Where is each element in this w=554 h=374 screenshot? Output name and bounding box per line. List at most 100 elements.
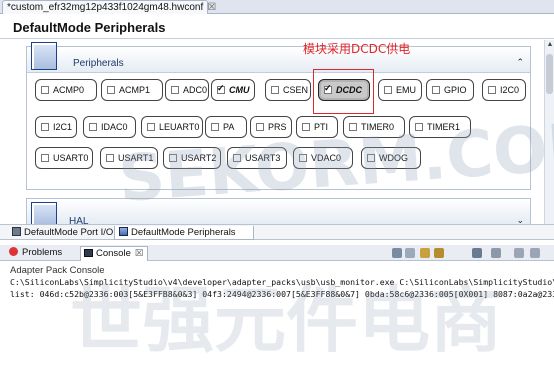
clear-console-icon[interactable] [405,248,415,258]
console-title: Adapter Pack Console [10,265,105,276]
peripheral-label: USART2 [181,153,217,163]
checkbox[interactable] [107,86,115,94]
checkbox[interactable] [169,154,177,162]
editor-tab-title: *custom_efr32mg12p433f1024gm48.hwconf [7,2,204,13]
peripheral-label: ACMP0 [53,85,85,95]
peripheral-label: I2C1 [53,122,73,132]
peripheral-label: CSEN [283,85,309,95]
pin-console-icon[interactable] [434,248,444,258]
checkbox[interactable] [432,86,440,94]
console-line: C:\SiliconLabs\SimplicityStudio\v4\devel… [10,277,554,287]
peripherals-section-header[interactable]: Peripherals 模块采用DCDC供电 ⌃ [27,42,530,73]
peripheral-button-csen[interactable]: CSEN [265,79,311,101]
display-console-icon[interactable] [472,248,482,258]
peripherals-section-label: Peripherals [73,58,124,69]
view-tab-bar: Problems Console ☒ [0,245,554,261]
peripheral-label: EMU [396,85,416,95]
tab-port-io-label: DefaultMode Port I/O [24,227,114,238]
tab-console[interactable]: Console ☒ [80,246,148,261]
peripheral-button-acmp1[interactable]: ACMP1 [101,79,163,101]
hal-section-header[interactable]: HAL ⌄ [26,198,531,227]
peripheral-button-acmp0[interactable]: ACMP0 [35,79,97,101]
peripheral-button-pa[interactable]: PA [205,116,247,138]
scroll-lock-icon[interactable] [420,248,430,258]
peripheral-button-leuart0[interactable]: LEUART0 [141,116,203,138]
annotation-highlight-box [313,69,374,114]
problems-icon [9,247,18,256]
peripheral-button-i2c0[interactable]: I2C0 [482,79,526,101]
tab-console-label: Console [96,248,131,259]
peripheral-label: USART1 [118,153,154,163]
maximize-icon[interactable] [530,248,540,258]
peripheral-label: USART0 [53,153,89,163]
peripheral-button-gpio[interactable]: GPIO [426,79,474,101]
tab-peripherals[interactable]: DefaultMode Peripherals [114,226,254,240]
peripheral-button-timer1[interactable]: TIMER1 [409,116,471,138]
chip-icon [12,227,21,236]
page-title: DefaultMode Peripherals [13,20,166,35]
checkbox[interactable] [89,123,97,131]
peripheral-label: TIMER0 [361,122,395,132]
checkbox[interactable] [256,123,264,131]
peripheral-label: IDAC0 [101,122,128,132]
vertical-scrollbar[interactable]: ▲ [544,40,554,224]
checkbox[interactable] [217,83,225,94]
peripheral-button-i2c1[interactable]: I2C1 [35,116,77,138]
close-icon[interactable]: ☒ [207,2,216,13]
editor-tab-hwconf[interactable]: *custom_efr32mg12p433f1024gm48.hwconf ☒ [2,0,216,14]
checkbox[interactable] [211,123,219,131]
peripheral-button-usart3[interactable]: USART3 [227,147,287,169]
checkbox[interactable] [147,123,155,131]
peripheral-label: GPIO [444,85,467,95]
peripheral-button-adc0[interactable]: ADC0 [165,79,209,101]
peripheral-label: PA [223,122,235,132]
tab-problems-label: Problems [22,247,63,258]
peripheral-button-usart1[interactable]: USART1 [100,147,158,169]
peripheral-label: LEUART0 [159,122,200,132]
peripheral-button-usart2[interactable]: USART2 [163,147,221,169]
checkbox[interactable] [384,86,392,94]
checkbox[interactable] [106,154,114,162]
peripheral-button-wdog[interactable]: WDOG [361,147,421,169]
ide-window: *custom_efr32mg12p433f1024gm48.hwconf ☒ D… [0,0,554,374]
scroll-up-icon[interactable]: ▲ [545,40,554,50]
checkbox[interactable] [488,86,496,94]
checkbox[interactable] [171,86,179,94]
checkbox[interactable] [233,154,241,162]
peripheral-button-timer0[interactable]: TIMER0 [343,116,405,138]
checkbox[interactable] [302,123,310,131]
checkbox[interactable] [41,123,49,131]
tab-problems[interactable]: Problems [6,246,62,261]
peripheral-label: TIMER1 [427,122,461,132]
peripheral-button-vdac0[interactable]: VDAC0 [293,147,353,169]
section-image-icon [31,42,57,70]
checkbox[interactable] [41,154,49,162]
peripheral-button-emu[interactable]: EMU [378,79,422,101]
remove-launch-icon[interactable] [392,248,402,258]
peripheral-label: PTI [314,122,329,132]
peripheral-label: CMU [229,85,250,95]
checkbox[interactable] [299,154,307,162]
minimize-icon[interactable] [514,248,524,258]
checkbox[interactable] [41,86,49,94]
peripheral-button-idac0[interactable]: IDAC0 [83,116,136,138]
peripheral-button-prs[interactable]: PRS [250,116,292,138]
open-console-icon[interactable] [491,248,501,258]
title-divider [0,38,554,39]
peripheral-label: ACMP1 [119,85,151,95]
close-icon[interactable]: ☒ [135,248,144,259]
peripheral-button-pti[interactable]: PTI [296,116,338,138]
checkbox[interactable] [349,123,357,131]
checkbox[interactable] [415,123,423,131]
scrollbar-thumb[interactable] [546,54,553,94]
peripheral-button-usart0[interactable]: USART0 [35,147,93,169]
tab-peripherals-label: DefaultMode Peripherals [131,227,236,238]
peripheral-button-cmu[interactable]: CMU [211,79,255,101]
tab-port-io[interactable]: DefaultMode Port I/O [8,226,113,240]
checkbox[interactable] [271,86,279,94]
console-icon [84,249,93,257]
annotation-text: 模块采用DCDC供电 [303,42,411,56]
checkbox[interactable] [367,154,375,162]
collapse-icon[interactable]: ⌃ [516,57,524,68]
peripheral-label: PRS [268,122,287,132]
